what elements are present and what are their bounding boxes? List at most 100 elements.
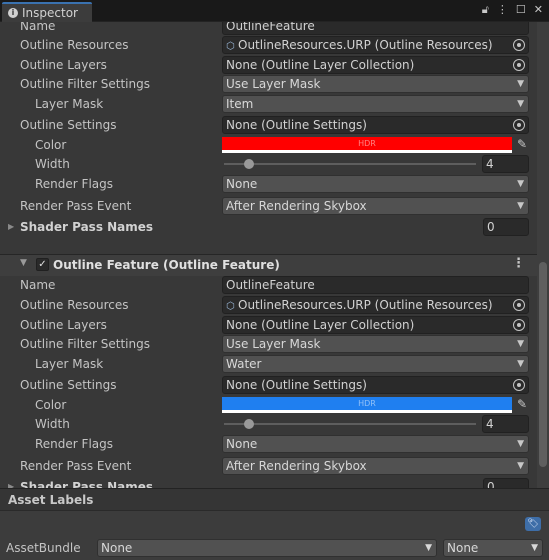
layer-mask-label: Layer Mask xyxy=(35,357,104,371)
render-flags-dropdown[interactable]: None ▼ xyxy=(222,435,529,453)
shader-pass-count-field[interactable]: 0 xyxy=(483,478,529,488)
render-flags-dropdown[interactable]: None ▼ xyxy=(222,175,529,193)
shader-pass-names-label[interactable]: Shader Pass Names xyxy=(20,479,153,488)
object-picker-icon[interactable] xyxy=(513,299,525,311)
assetbundle-dropdown[interactable]: None ▼ xyxy=(97,539,437,557)
asset-labels-panel: Asset Labels 🏷︎ AssetBundle None ▼ None … xyxy=(0,488,549,560)
outline-layers-value: None (Outline Layer Collection) xyxy=(226,318,415,332)
tab-inspector-label: Inspector xyxy=(22,6,78,20)
width-label: Width xyxy=(35,417,70,431)
color-label: Color xyxy=(35,398,67,412)
filter-settings-value: Use Layer Mask xyxy=(226,77,321,91)
field-row-outline-resources: Outline Resources ⬡ OutlineResources.URP … xyxy=(0,35,537,55)
object-picker-icon[interactable] xyxy=(513,319,525,331)
maximize-icon[interactable]: ☐ xyxy=(516,3,526,17)
name-label: Name xyxy=(20,22,56,33)
filter-settings-dropdown[interactable]: Use Layer Mask ▼ xyxy=(222,75,529,93)
outline-settings-value: None (Outline Settings) xyxy=(226,378,367,392)
field-row-name: Name OutlineFeature xyxy=(0,22,537,36)
width-field[interactable]: 4 xyxy=(482,155,529,173)
feature-header[interactable]: ▼ ✓ Outline Feature (Outline Feature) ⋮ xyxy=(0,255,537,276)
foldout-arrow-icon[interactable]: ▶ xyxy=(8,220,14,234)
outline-layers-field[interactable]: None (Outline Layer Collection) xyxy=(222,316,529,334)
color-swatch[interactable]: HDR xyxy=(222,397,512,413)
chevron-down-icon: ▼ xyxy=(517,339,524,349)
name-field[interactable]: OutlineFeature xyxy=(222,276,529,294)
assetbundle-value: None xyxy=(101,541,133,555)
field-row-outline-resources: Outline Resources ⬡ OutlineResources.URP … xyxy=(0,295,537,315)
render-flags-label: Render Flags xyxy=(35,177,113,191)
field-row-outline-settings: Outline Settings None (Outline Settings) xyxy=(0,375,537,395)
width-slider-thumb[interactable] xyxy=(244,159,255,169)
render-pass-event-dropdown[interactable]: After Rendering Skybox ▼ xyxy=(222,197,529,215)
layer-mask-value: Item xyxy=(226,97,254,111)
layer-mask-dropdown[interactable]: Water ▼ xyxy=(222,355,529,373)
outline-resources-value: OutlineResources.URP (Outline Resources) xyxy=(238,298,493,312)
close-icon[interactable]: ✕ xyxy=(534,3,543,17)
asset-object-icon: ⬡ xyxy=(226,41,235,52)
inspector-tabbar: i Inspector 🔓︎ ⋮ ☐ ✕ xyxy=(0,0,549,22)
chevron-down-icon: ▼ xyxy=(531,543,538,553)
outline-settings-field[interactable]: None (Outline Settings) xyxy=(222,116,529,134)
width-slider-thumb[interactable] xyxy=(244,419,255,429)
layer-mask-dropdown[interactable]: Item ▼ xyxy=(222,95,529,113)
info-icon: i xyxy=(8,8,18,18)
width-field[interactable]: 4 xyxy=(482,415,529,433)
field-row-color: Color HDR ✎ xyxy=(0,135,537,155)
layer-mask-label: Layer Mask xyxy=(35,97,104,111)
chevron-down-icon: ▼ xyxy=(517,99,524,109)
object-picker-icon[interactable] xyxy=(513,39,525,51)
width-slider-track[interactable] xyxy=(224,163,476,165)
object-picker-icon[interactable] xyxy=(513,59,525,71)
object-picker-icon[interactable] xyxy=(513,379,525,391)
shader-pass-count-field[interactable]: 0 xyxy=(483,218,529,236)
name-field[interactable]: OutlineFeature xyxy=(222,22,529,35)
filter-settings-dropdown[interactable]: Use Layer Mask ▼ xyxy=(222,335,529,353)
render-flags-value: None xyxy=(226,437,258,451)
outline-resources-field[interactable]: ⬡ OutlineResources.URP (Outline Resources… xyxy=(222,36,529,54)
feature-enabled-checkbox[interactable]: ✓ xyxy=(36,258,49,271)
field-row-filter-settings: Outline Filter Settings Use Layer Mask ▼ xyxy=(0,334,537,354)
render-pass-event-label: Render Pass Event xyxy=(20,199,132,213)
field-row-render-flags: Render Flags None ▼ xyxy=(0,434,537,454)
vertical-scrollbar[interactable] xyxy=(537,22,549,488)
outline-layers-value: None (Outline Layer Collection) xyxy=(226,58,415,72)
scrollbar-thumb[interactable] xyxy=(539,262,547,467)
field-row-layer-mask: Layer Mask Water ▼ xyxy=(0,354,537,374)
outline-resources-label: Outline Resources xyxy=(20,298,129,312)
asset-object-icon: ⬡ xyxy=(226,301,235,312)
shader-pass-names-label[interactable]: Shader Pass Names xyxy=(20,219,153,235)
chevron-down-icon: ▼ xyxy=(517,179,524,189)
inspector-content: Name OutlineFeature Outline Resources ⬡ O… xyxy=(0,22,537,488)
render-pass-event-dropdown[interactable]: After Rendering Skybox ▼ xyxy=(222,457,529,475)
chevron-down-icon: ▼ xyxy=(517,201,524,211)
chevron-down-icon: ▼ xyxy=(425,543,432,553)
field-row-render-pass-event: Render Pass Event After Rendering Skybox… xyxy=(0,196,537,216)
outline-resources-field[interactable]: ⬡ OutlineResources.URP (Outline Resources… xyxy=(222,296,529,314)
feature-title: Outline Feature (Outline Feature) xyxy=(53,258,280,272)
foldout-arrow-icon[interactable]: ▶ xyxy=(8,480,14,488)
field-row-outline-settings: Outline Settings None (Outline Settings) xyxy=(0,115,537,135)
lock-icon[interactable]: 🔓︎ xyxy=(482,3,489,17)
chevron-down-icon: ▼ xyxy=(517,359,524,369)
tag-icon[interactable]: 🏷︎ xyxy=(525,517,541,531)
outline-layers-label: Outline Layers xyxy=(20,318,107,332)
color-swatch[interactable]: HDR xyxy=(222,137,512,153)
assetbundle-variant-dropdown[interactable]: None ▼ xyxy=(443,539,543,557)
object-picker-icon[interactable] xyxy=(513,119,525,131)
outline-settings-field[interactable]: None (Outline Settings) xyxy=(222,376,529,394)
field-row-outline-layers: Outline Layers None (Outline Layer Colle… xyxy=(0,55,537,75)
eyedropper-icon[interactable]: ✎ xyxy=(515,397,529,411)
width-slider-track[interactable] xyxy=(224,423,476,425)
foldout-open-icon[interactable]: ▼ xyxy=(20,258,27,268)
outline-settings-label: Outline Settings xyxy=(20,378,117,392)
field-row-color: Color HDR ✎ xyxy=(0,395,537,415)
name-label: Name xyxy=(20,278,56,292)
chevron-down-icon: ▼ xyxy=(517,461,524,471)
eyedropper-icon[interactable]: ✎ xyxy=(515,137,529,151)
asset-labels-header[interactable]: Asset Labels xyxy=(0,489,549,511)
layout-icon[interactable]: ⋮ xyxy=(497,3,508,17)
kebab-menu-icon[interactable]: ⋮ xyxy=(512,256,525,271)
tab-inspector[interactable]: i Inspector xyxy=(2,2,92,22)
outline-layers-field[interactable]: None (Outline Layer Collection) xyxy=(222,56,529,74)
